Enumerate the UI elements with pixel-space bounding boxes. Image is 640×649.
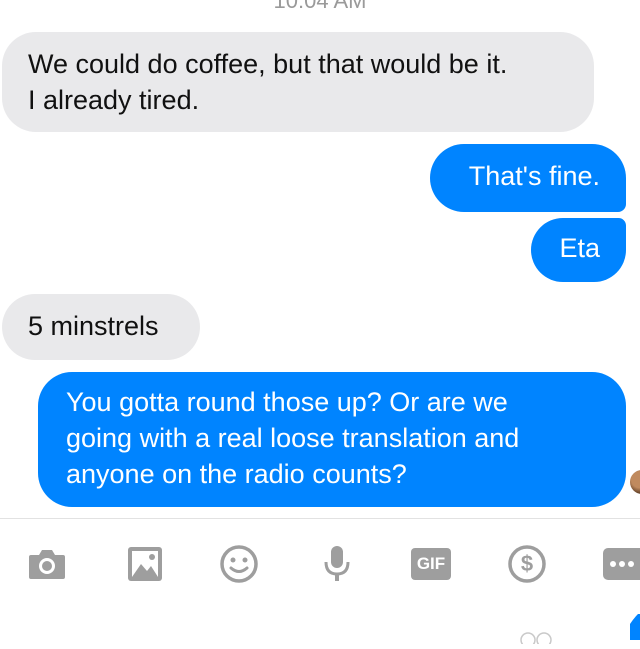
message-bubble-outgoing[interactable]: You gotta round those up? Or are we goin… bbox=[38, 372, 626, 507]
message-line: You gotta round those up? Or are we bbox=[66, 387, 508, 417]
camera-icon[interactable] bbox=[27, 544, 67, 584]
gif-label: GIF bbox=[411, 548, 451, 580]
message-line: anyone on the radio counts? bbox=[66, 459, 407, 489]
message-bubble-incoming[interactable]: We could do coffee, but that would be it… bbox=[2, 32, 594, 132]
message-line: I already tired. bbox=[28, 85, 200, 115]
message-bubble-outgoing[interactable]: Eta bbox=[531, 218, 626, 282]
message-line: We could do coffee, but that would be it… bbox=[28, 49, 508, 79]
svg-text:$: $ bbox=[521, 551, 533, 576]
gif-icon[interactable]: GIF bbox=[410, 544, 452, 584]
read-receipt-avatar bbox=[630, 470, 640, 494]
dollar-icon[interactable]: $ bbox=[507, 544, 547, 584]
seen-indicator-icon bbox=[518, 628, 558, 648]
message-timestamp: 10:04 AM bbox=[273, 0, 367, 13]
microphone-icon[interactable] bbox=[317, 544, 357, 584]
message-line: That's fine. bbox=[468, 161, 600, 191]
message-bubble-incoming[interactable]: 5 minstrels bbox=[2, 294, 200, 360]
message-bubble-outgoing[interactable]: That's fine. bbox=[430, 144, 626, 212]
message-line: going with a real loose translation and bbox=[66, 423, 520, 453]
emoji-icon[interactable] bbox=[219, 544, 259, 584]
image-icon[interactable] bbox=[125, 544, 165, 584]
like-button-icon[interactable] bbox=[620, 612, 640, 640]
more-icon[interactable] bbox=[603, 544, 640, 584]
message-line: 5 minstrels bbox=[28, 311, 159, 341]
composer-divider bbox=[0, 518, 640, 519]
message-line: Eta bbox=[559, 233, 600, 263]
